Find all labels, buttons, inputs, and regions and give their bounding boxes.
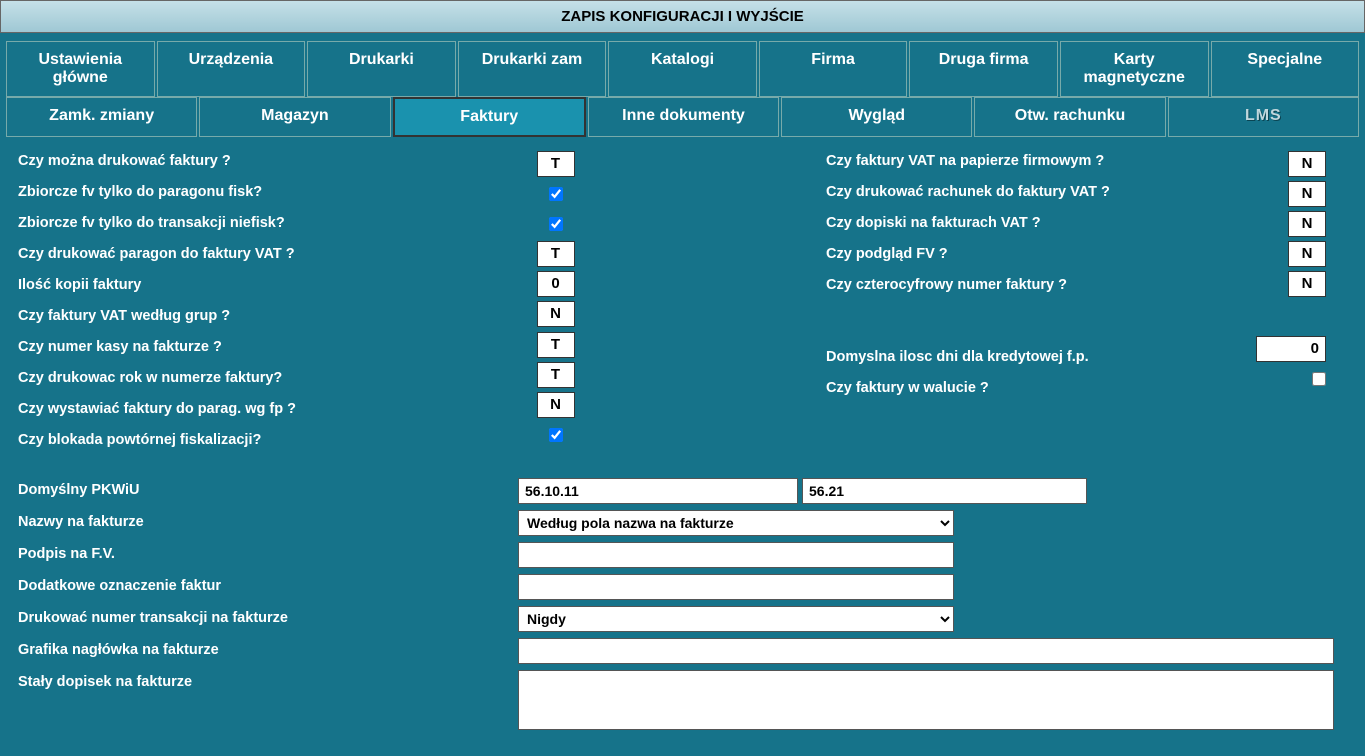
vat-by-groups-input[interactable]: N <box>537 301 575 327</box>
tab-druga-firma[interactable]: Druga firma <box>909 41 1058 97</box>
tab-urzadzenia[interactable]: Urządzenia <box>157 41 306 97</box>
pkwiu-2-input[interactable] <box>802 478 1087 504</box>
print-bill-to-vat-input[interactable]: N <box>1288 181 1326 207</box>
fv-preview-input[interactable]: N <box>1288 241 1326 267</box>
label-names-on-invoice: Nazwy na fakturze <box>18 510 518 530</box>
label-header-graphic: Grafika nagłówka na fakturze <box>18 638 518 658</box>
label-print-trans-num: Drukować numer transakcji na fakturze <box>18 606 518 626</box>
label-extra-mark: Dodatkowe oznaczenie faktur <box>18 574 518 594</box>
tab-firma[interactable]: Firma <box>759 41 908 97</box>
four-digit-num-input[interactable]: N <box>1288 271 1326 297</box>
header-graphic-input[interactable] <box>518 638 1334 664</box>
label-fixed-note: Stały dopisek na fakturze <box>18 670 518 690</box>
default-credit-days-input[interactable] <box>1256 336 1326 362</box>
tab-row-2: Zamk. zmiany Magazyn Faktury Inne dokume… <box>0 97 1365 137</box>
label-copy-count: Ilość kopii faktury <box>18 275 518 295</box>
label-signature: Podpis na F.V. <box>18 542 518 562</box>
tab-otw-rachunku[interactable]: Otw. rachunku <box>974 97 1165 137</box>
signature-input[interactable] <box>518 542 954 568</box>
bulk-fv-nonfisk-checkbox[interactable] <box>549 217 563 231</box>
label-invoices-to-parag-fp: Czy wystawiać faktury do parag. wg fp ? <box>18 399 518 419</box>
tab-inne-dokumenty[interactable]: Inne dokumenty <box>588 97 779 137</box>
extra-mark-input[interactable] <box>518 574 954 600</box>
label-four-digit-num: Czy czterocyfrowy numer faktury ? <box>826 275 1261 295</box>
year-in-number-input[interactable]: T <box>537 362 575 388</box>
tab-wyglad[interactable]: Wygląd <box>781 97 972 137</box>
label-print-receipt-to-vat: Czy drukować paragon do faktury VAT ? <box>18 244 518 264</box>
notes-on-vat-input[interactable]: N <box>1288 211 1326 237</box>
copy-count-input[interactable]: 0 <box>537 271 575 297</box>
names-on-invoice-select[interactable]: Według pola nazwa na fakturze <box>518 510 954 536</box>
currency-invoices-checkbox[interactable] <box>1312 372 1326 386</box>
label-can-print-invoices: Czy można drukować faktury ? <box>18 151 518 171</box>
tab-lms[interactable]: LMS <box>1168 97 1359 137</box>
label-register-num-on-invoice: Czy numer kasy na fakturze ? <box>18 337 518 357</box>
label-currency-invoices: Czy faktury w walucie ? <box>826 378 1261 398</box>
tab-drukarki-zam[interactable]: Drukarki zam <box>458 41 607 97</box>
vat-on-letterhead-input[interactable]: N <box>1288 151 1326 177</box>
tab-row-1: Ustawienia główne Urządzenia Drukarki Dr… <box>0 41 1365 97</box>
pkwiu-1-input[interactable] <box>518 478 798 504</box>
register-num-on-invoice-input[interactable]: T <box>537 332 575 358</box>
fixed-note-textarea[interactable] <box>518 670 1334 730</box>
label-bulk-fv-nonfisk: Zbiorcze fv tylko do transakcji niefisk? <box>18 213 518 233</box>
label-bulk-fv-fisk: Zbiorcze fv tylko do paragonu fisk? <box>18 182 518 202</box>
label-default-pkwiu: Domyślny PKWiU <box>18 478 518 498</box>
tab-specjalne[interactable]: Specjalne <box>1211 41 1360 97</box>
tab-drukarki[interactable]: Drukarki <box>307 41 456 97</box>
refisk-lock-checkbox[interactable] <box>549 428 563 442</box>
bulk-fv-fisk-checkbox[interactable] <box>549 187 563 201</box>
tab-zamk-zmiany[interactable]: Zamk. zmiany <box>6 97 197 137</box>
print-trans-num-select[interactable]: Nigdy <box>518 606 954 632</box>
invoices-to-parag-fp-input[interactable]: N <box>537 392 575 418</box>
label-notes-on-vat: Czy dopiski na fakturach VAT ? <box>826 213 1261 233</box>
label-default-credit-days: Domyslna ilosc dni dla kredytowej f.p. <box>826 347 1261 367</box>
can-print-invoices-input[interactable]: T <box>537 151 575 177</box>
print-receipt-to-vat-input[interactable]: T <box>537 241 575 267</box>
label-print-bill-to-vat: Czy drukować rachunek do faktury VAT ? <box>826 182 1261 202</box>
label-vat-on-letterhead: Czy faktury VAT na papierze firmowym ? <box>826 151 1261 171</box>
label-fv-preview: Czy podgląd FV ? <box>826 244 1261 264</box>
label-year-in-number: Czy drukowac rok w numerze faktury? <box>18 368 518 388</box>
save-exit-button[interactable]: ZAPIS KONFIGURACJI I WYJŚCIE <box>0 0 1365 33</box>
tab-magazyn[interactable]: Magazyn <box>199 97 390 137</box>
tab-karty-magnetyczne[interactable]: Karty magnetyczne <box>1060 41 1209 97</box>
tab-katalogi[interactable]: Katalogi <box>608 41 757 97</box>
label-refisk-lock: Czy blokada powtórnej fiskalizacji? <box>18 430 518 450</box>
label-vat-by-groups: Czy faktury VAT według grup ? <box>18 306 518 326</box>
tab-faktury[interactable]: Faktury <box>393 97 586 137</box>
tab-ustawienia-glowne[interactable]: Ustawienia główne <box>6 41 155 97</box>
